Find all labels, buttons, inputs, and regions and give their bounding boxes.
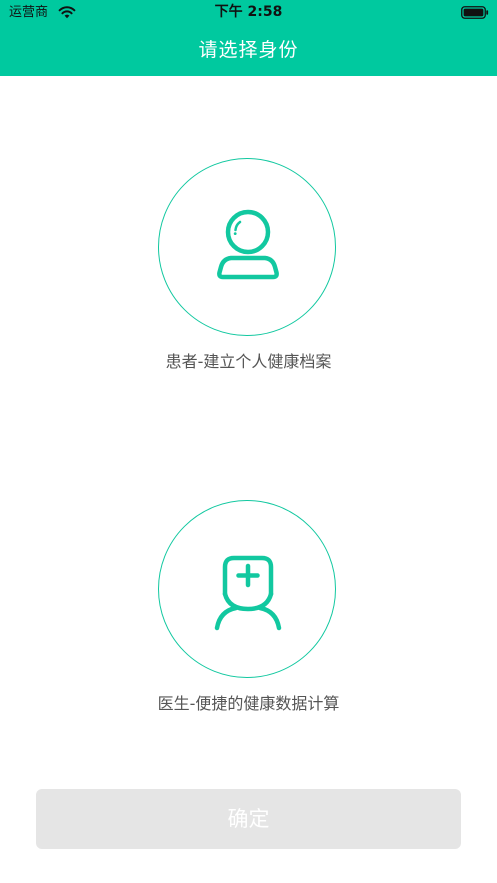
- confirm-button[interactable]: 确定: [36, 789, 461, 849]
- identity-selection-screen: 运营商 下午 2:58 请选择身份 患者-建立个人健康档案 医生-便捷的健康数据…: [0, 0, 497, 883]
- patient-person-icon: [217, 209, 279, 280]
- patient-role-circle[interactable]: [158, 158, 336, 336]
- patient-role-label: 患者-建立个人健康档案: [165, 352, 332, 371]
- doctor-cross-icon: [214, 555, 282, 631]
- status-bar: 运营商 下午 2:58: [0, 0, 497, 25]
- battery-icon: [461, 6, 489, 19]
- status-time: 下午 2:58: [214, 4, 283, 20]
- nav-bar: 请选择身份: [0, 25, 497, 76]
- page-title: 请选择身份: [198, 39, 299, 61]
- doctor-role-circle[interactable]: [158, 500, 336, 678]
- doctor-role-label: 医生-便捷的健康数据计算: [157, 694, 340, 713]
- doctor-role-option[interactable]: 医生-便捷的健康数据计算: [0, 500, 497, 720]
- patient-role-option[interactable]: 患者-建立个人健康档案: [0, 158, 497, 378]
